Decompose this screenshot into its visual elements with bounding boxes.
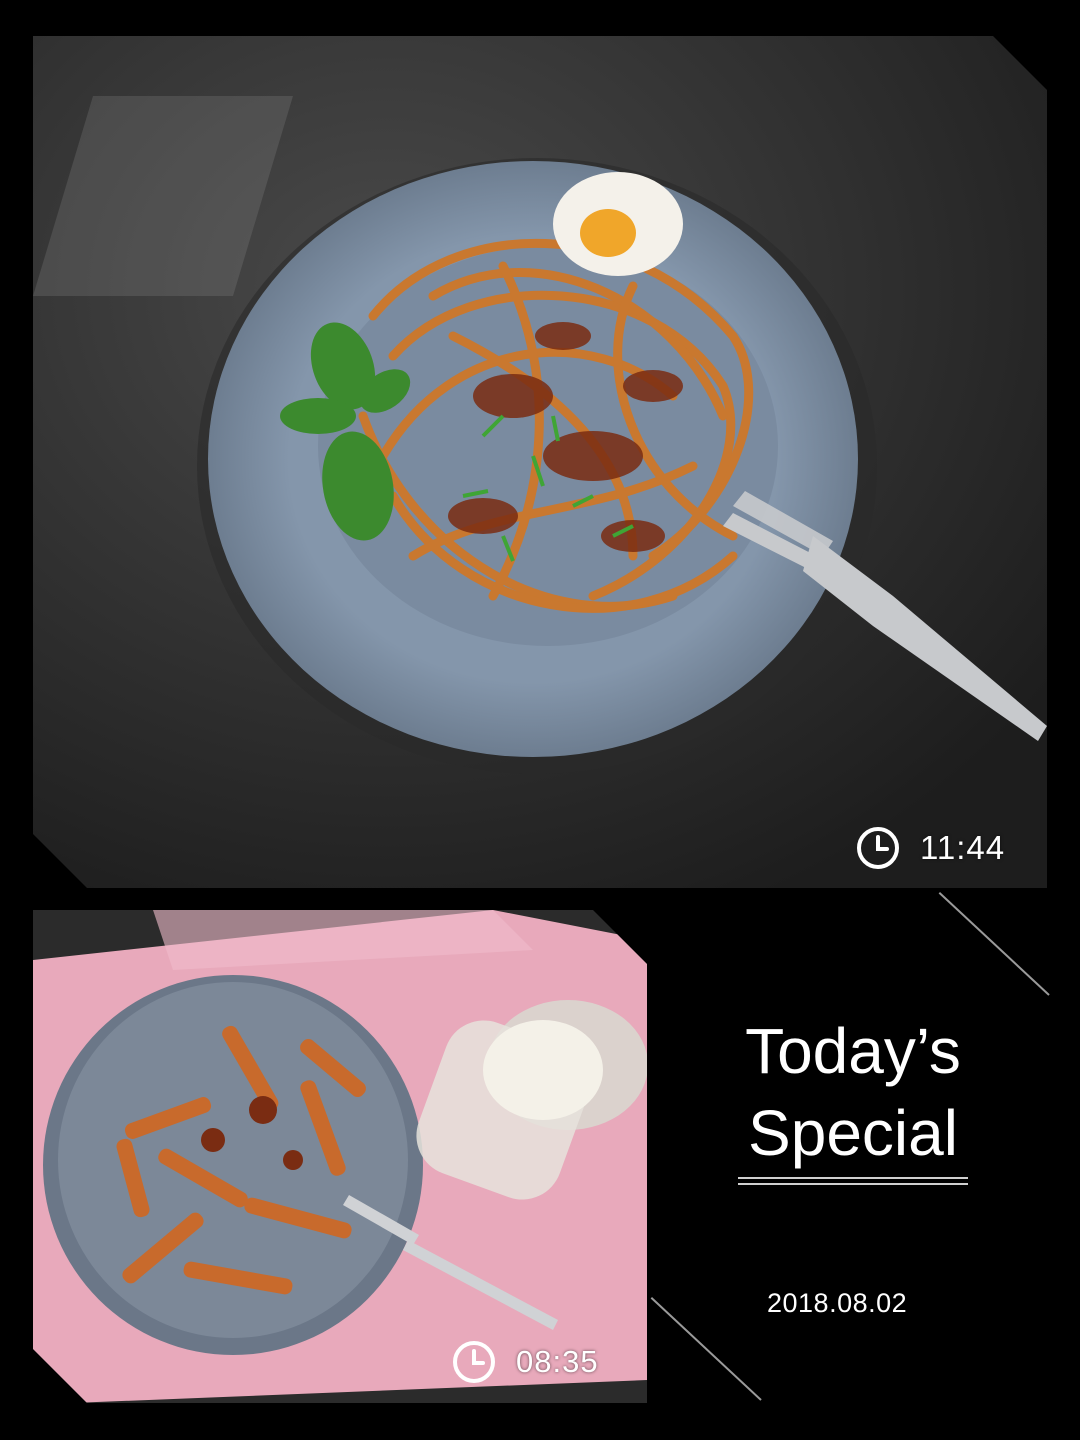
top-time-label: 11:44 [920, 829, 1006, 866]
bottom-time-label: 08:35 [516, 1344, 599, 1379]
decorative-line [938, 892, 1050, 996]
top-photo [33, 36, 1047, 888]
caption-rule [738, 1183, 968, 1185]
decorative-line [650, 1297, 762, 1401]
bottom-photo-timestamp: 08:35 [452, 1340, 599, 1384]
clock-icon [857, 827, 899, 869]
caption-line-2: Special [748, 1097, 958, 1169]
penne-photo [33, 910, 647, 1403]
top-photo-timestamp: 11:44 [856, 826, 1005, 870]
clock-icon [453, 1341, 495, 1383]
spaghetti-photo [33, 36, 1047, 888]
date-label: 2018.08.02 [767, 1288, 908, 1318]
caption-title: Today’s Special [738, 1010, 968, 1174]
caption-line-1: Today’s [745, 1015, 961, 1087]
caption-rule [738, 1177, 968, 1179]
bottom-photo [33, 910, 647, 1403]
